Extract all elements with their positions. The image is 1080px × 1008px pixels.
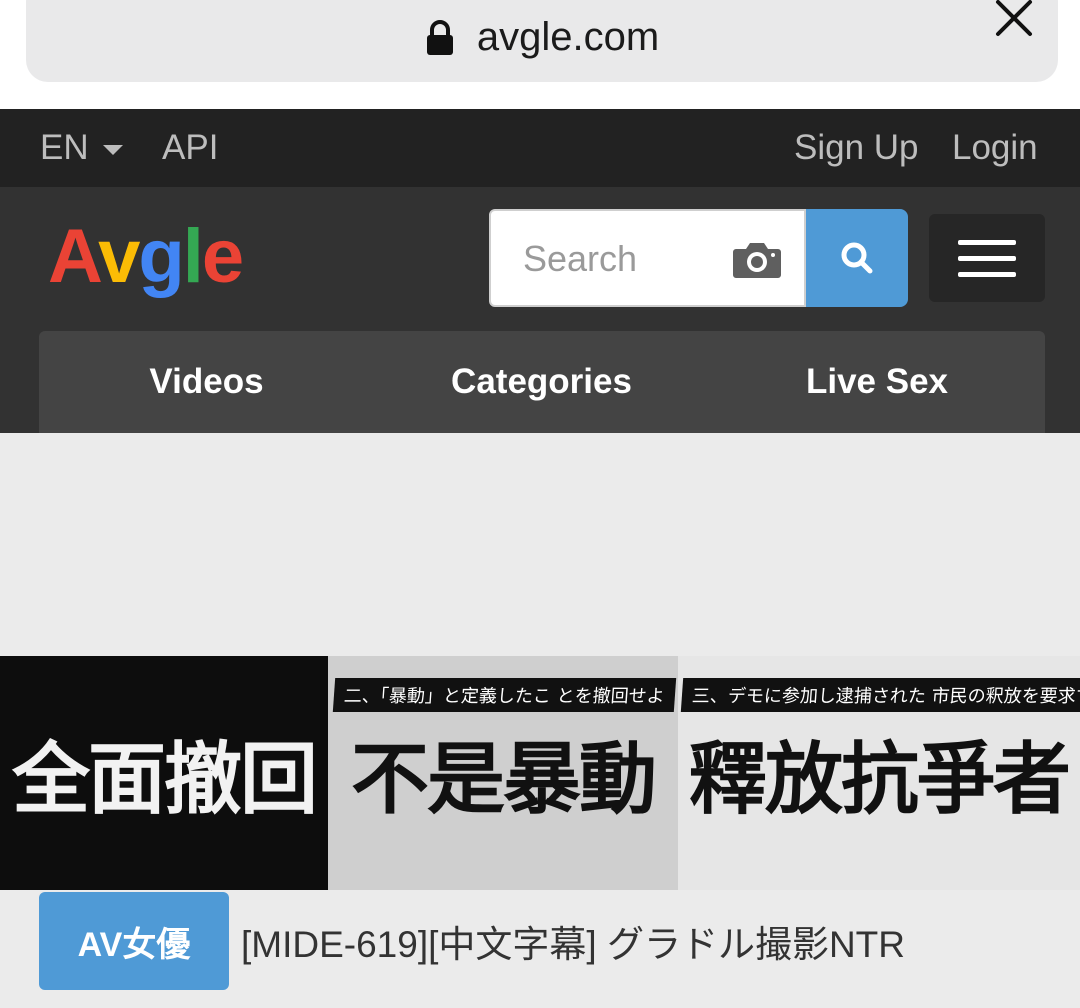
login-link[interactable]: Login — [952, 109, 1038, 187]
language-label: EN — [40, 128, 89, 167]
search-icon — [841, 242, 873, 274]
search-box[interactable] — [489, 209, 806, 307]
nav-categories[interactable]: Categories — [374, 331, 709, 433]
address-bar-content[interactable]: avgle.com — [26, 0, 1058, 82]
category-tag[interactable]: AV女優 — [39, 892, 229, 990]
hamburger-line — [958, 255, 1016, 261]
top-strip: EN API Sign Up Login — [0, 109, 1080, 187]
video-thumbnail[interactable]: 全面撤回 二、「暴動」と定義したこ とを撤回せよ 不是暴動 三、デモに参加し逮捕… — [0, 656, 1080, 890]
thumbnail-panel: 三、デモに参加し逮捕された 市民の釈放を要求する 釋放抗爭者 — [678, 656, 1080, 890]
signup-link[interactable]: Sign Up — [794, 109, 919, 187]
logo-letter: e — [201, 214, 244, 299]
thumbnail-panel: 全面撤回 — [0, 656, 328, 890]
lock-icon — [426, 20, 453, 55]
address-bar[interactable]: avgle.com — [26, 0, 1058, 82]
url-text[interactable]: avgle.com — [477, 15, 659, 60]
api-link[interactable]: API — [162, 109, 218, 187]
panel-headline: 不是暴動 — [350, 734, 657, 825]
nav-videos[interactable]: Videos — [39, 331, 374, 433]
video-title[interactable]: [MIDE-619][中文字幕] グラドル撮影NTR — [241, 892, 905, 990]
search-input[interactable] — [521, 211, 725, 307]
logo-letter: v — [98, 214, 140, 299]
camera-icon[interactable] — [732, 239, 782, 279]
logo-letter: l — [182, 214, 204, 299]
language-selector[interactable]: EN — [40, 109, 123, 187]
site-logo[interactable]: Avgle — [48, 213, 244, 300]
browser-chrome: avgle.com — [0, 0, 1080, 109]
hamburger-line — [958, 271, 1016, 277]
main-nav: Videos Categories Live Sex — [39, 331, 1045, 433]
panel-headline: 全面撤回 — [11, 734, 318, 825]
caret-down-icon — [102, 145, 123, 155]
panel-headline: 釋放抗爭者 — [688, 734, 1071, 825]
close-icon[interactable] — [994, 0, 1034, 38]
panel-caption: 三、デモに参加し逮捕された 市民の釈放を要求する — [680, 678, 1080, 712]
search-button[interactable] — [806, 209, 908, 307]
hamburger-menu-button[interactable] — [929, 214, 1045, 302]
logo-letter: A — [48, 214, 100, 299]
panel-caption: 二、「暴動」と定義したこ とを撤回せよ — [332, 678, 676, 712]
site-header: Avgle Videos Categories Live Sex — [0, 187, 1080, 433]
logo-letter: g — [138, 214, 184, 299]
thumbnail-panel: 二、「暴動」と定義したこ とを撤回せよ 不是暴動 — [328, 656, 678, 890]
hamburger-line — [958, 239, 1016, 245]
nav-live-sex[interactable]: Live Sex — [709, 331, 1045, 433]
